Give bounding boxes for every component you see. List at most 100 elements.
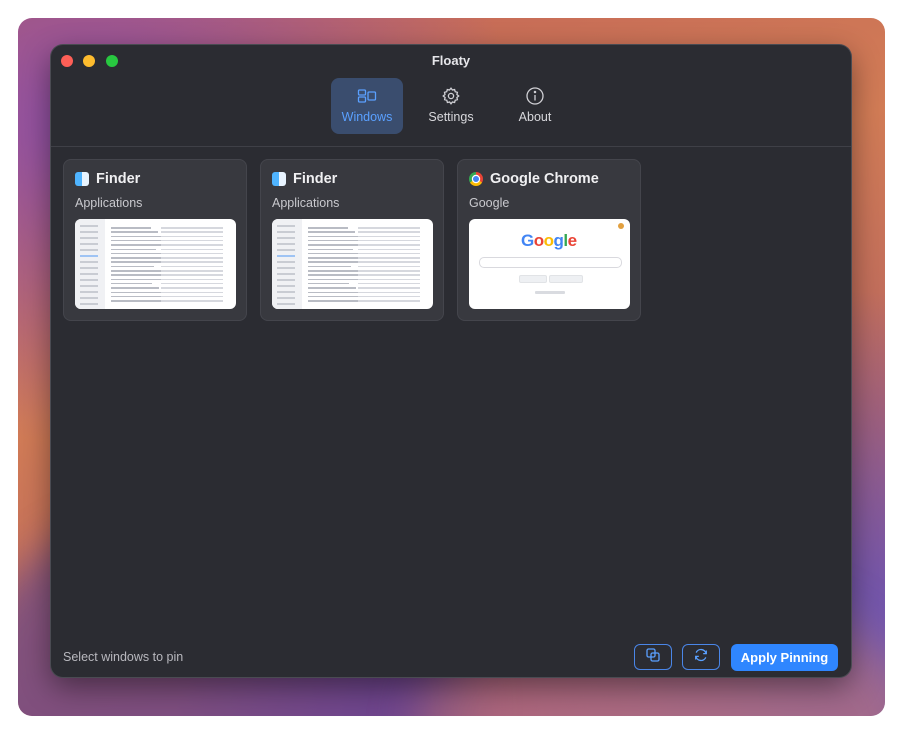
thumbnail-sidebar-row — [277, 255, 295, 257]
floaty-window: Floaty Windows Settings About Finder App… — [51, 45, 851, 677]
thumbnail-row — [111, 265, 154, 268]
thumbnail-row — [358, 252, 420, 255]
google-search-box — [479, 257, 622, 268]
tab-about[interactable]: About — [499, 78, 571, 134]
thumbnail-row — [161, 248, 223, 250]
chrome-window-thumbnail: Google — [469, 219, 630, 309]
thumbnail-row — [358, 248, 420, 250]
tab-settings[interactable]: Settings — [415, 78, 487, 134]
thumbnail-row — [308, 270, 358, 272]
thumbnail-sidebar-row — [80, 255, 98, 257]
chrome-icon — [469, 172, 483, 186]
thumbnail-row — [111, 287, 159, 289]
copy-windows-button[interactable] — [634, 644, 672, 670]
thumbnail-row — [308, 252, 360, 255]
thumbnail-row — [161, 261, 223, 263]
thumbnail-sidebar-row — [80, 249, 98, 251]
thumbnail-sidebar-row — [277, 231, 295, 233]
thumbnail-sidebar-row — [80, 297, 98, 299]
title-bar: Floaty — [51, 45, 851, 77]
thumbnail-sidebar-row — [80, 273, 98, 275]
thumbnail-row — [161, 287, 223, 289]
finder-icon — [75, 172, 89, 186]
card-app-row: Finder — [75, 171, 140, 187]
thumbnail-row — [111, 227, 151, 229]
thumbnail-row — [358, 261, 420, 263]
thumbnail-row — [358, 239, 420, 242]
thumbnail-row — [161, 270, 223, 272]
thumbnail-row — [161, 274, 223, 276]
thumbnail-row — [308, 282, 349, 285]
apply-pinning-button[interactable]: Apply Pinning — [731, 644, 838, 671]
thumbnail-sidebar-row — [277, 237, 295, 239]
card-app-name: Finder — [293, 171, 338, 187]
tab-windows-label: Windows — [341, 110, 393, 124]
thumbnail-row — [358, 227, 420, 229]
feeling-lucky-button — [549, 275, 583, 283]
thumbnail-row — [308, 248, 353, 250]
thumbnail-row — [358, 278, 420, 281]
thumbnail-row — [161, 295, 223, 298]
finder-icon — [272, 172, 286, 186]
thumbnail-row — [358, 282, 420, 285]
thumbnail-sidebar-row — [80, 237, 98, 239]
thumbnail-row — [358, 295, 420, 298]
thumbnail-row — [111, 231, 158, 233]
thumbnail-row — [111, 270, 161, 272]
thumbnail-sidebar-row — [277, 291, 295, 293]
thumbnail-row — [111, 252, 163, 255]
status-text: Select windows to pin — [63, 650, 184, 664]
thumbnail-row — [358, 235, 420, 238]
finder-window-thumbnail — [75, 219, 236, 309]
thumbnail-sidebar-row — [277, 243, 295, 245]
card-window-title: Google — [469, 196, 510, 210]
thumbnail-row — [308, 235, 362, 238]
thumbnail-row — [358, 231, 420, 233]
card-app-name: Finder — [96, 171, 141, 187]
thumbnail-row — [308, 287, 356, 289]
window-card[interactable]: Finder Applications — [63, 159, 247, 321]
thumbnail-sidebar-row — [80, 261, 98, 263]
window-card[interactable]: Google Chrome Google Google — [457, 159, 641, 321]
thumbnail-sidebar-row — [277, 279, 295, 281]
gear-icon — [441, 86, 461, 106]
thumbnail-row — [161, 235, 223, 238]
thumbnail-row — [161, 291, 223, 293]
tab-bar: Windows Settings About — [51, 78, 851, 134]
refresh-button[interactable] — [682, 644, 720, 670]
header-divider — [51, 146, 851, 147]
thumbnail-sidebar-row — [80, 279, 98, 281]
thumbnail-row — [358, 300, 420, 302]
google-logo: Google — [521, 231, 577, 250]
thumbnail-row — [111, 274, 168, 276]
thumbnail-sidebar-row — [277, 273, 295, 275]
tab-settings-label: Settings — [428, 110, 474, 124]
thumbnail-row — [308, 231, 355, 233]
card-app-row: Finder — [272, 171, 337, 187]
thumbnail-row — [111, 248, 156, 250]
thumbnail-sidebar-row — [277, 225, 295, 227]
thumbnail-row — [161, 227, 223, 229]
thumbnail-row — [358, 274, 420, 276]
thumbnail-sidebar-row — [277, 267, 295, 269]
thumbnail-row — [111, 291, 166, 293]
window-card[interactable]: Finder Applications — [260, 159, 444, 321]
tab-windows[interactable]: Windows — [331, 78, 403, 134]
thumbnail-row — [358, 287, 420, 289]
window-title: Floaty — [431, 53, 471, 68]
thumbnail-sidebar-row — [277, 303, 295, 305]
thumbnail-sidebar-row — [80, 303, 98, 305]
thumbnail-row — [358, 244, 420, 246]
thumbnail-row — [161, 257, 223, 259]
thumbnail-row — [111, 282, 152, 285]
thumbnail-row — [161, 239, 223, 242]
thumbnail-row — [161, 244, 223, 246]
thumbnail-row — [161, 278, 223, 281]
google-search-button — [519, 275, 547, 283]
thumbnail-row — [358, 265, 420, 268]
thumbnail-row — [358, 270, 420, 272]
finder-window-thumbnail — [272, 219, 433, 309]
tab-about-label: About — [518, 110, 552, 124]
thumbnail-sidebar-row — [277, 285, 295, 287]
thumbnail-row — [111, 235, 165, 238]
